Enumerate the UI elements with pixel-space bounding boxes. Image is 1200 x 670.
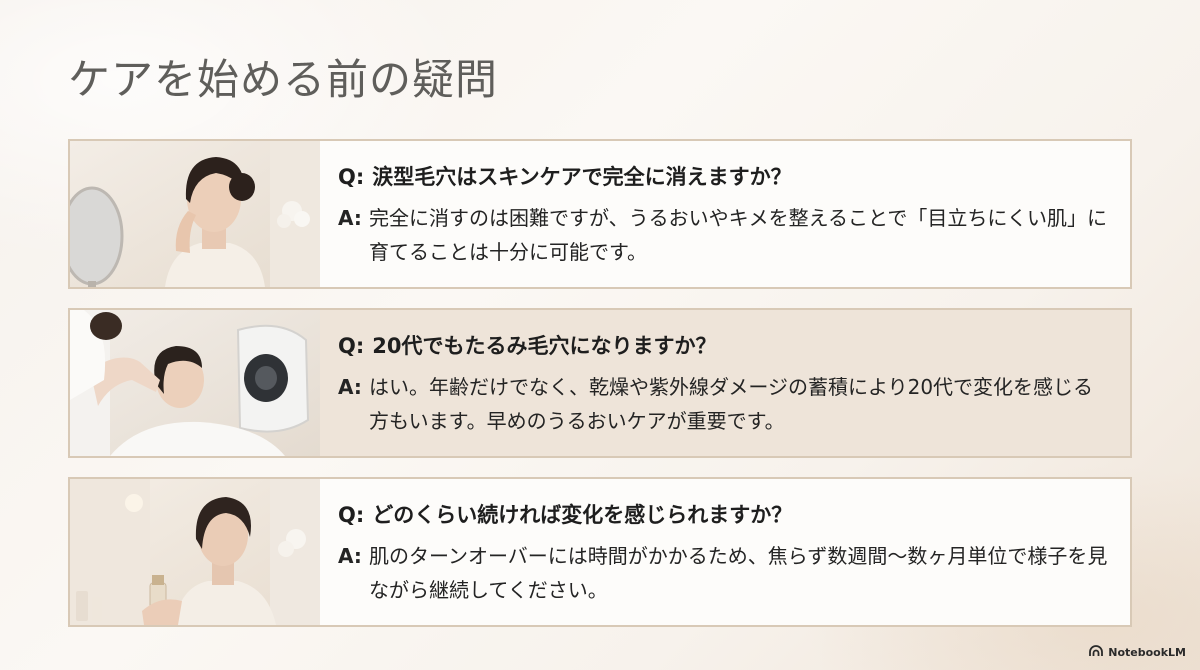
answer-text: 完全に消すのは困難ですが、うるおいやキメを整えることで「目立ちにくい肌」に育てる…	[369, 206, 1107, 264]
answer-label: A:	[338, 544, 362, 568]
notebooklm-logo-icon	[1089, 645, 1104, 660]
answer-text: はい。年齢だけでなく、乾燥や紫外線ダメージの蓄積により20代で変化を感じる方もい…	[369, 375, 1094, 433]
question-label: Q:	[338, 165, 365, 189]
page-title: ケアを始める前の疑問	[68, 55, 499, 104]
faq-card: Q: 20代でもたるみ毛穴になりますか？ A: はい。年齢だけでなく、乾燥や紫外…	[68, 308, 1132, 458]
question-text: 20代でもたるみ毛穴になりますか？	[372, 334, 717, 358]
question-label: Q:	[338, 334, 365, 358]
faq-card: Q: 涙型毛穴はスキンケアで完全に消えますか？ A: 完全に消すのは困難ですが、…	[68, 139, 1132, 289]
answer-label: A:	[338, 375, 362, 399]
answer-text: 肌のターンオーバーには時間がかかるため、焦らず数週間〜数ヶ月単位で様子を見ながら…	[369, 544, 1108, 602]
faq-card: Q: どのくらい続ければ変化を感じられますか？ A: 肌のターンオーバーには時間…	[68, 477, 1132, 627]
answer-label: A:	[338, 206, 362, 230]
brand-name: NotebookLM	[1108, 646, 1186, 659]
question-text: 涙型毛穴はスキンケアで完全に消えますか？	[372, 165, 792, 189]
facial-treatment-skin-analyzer-photo	[70, 310, 320, 456]
question-label: Q:	[338, 503, 365, 527]
question-text: どのくらい続ければ変化を感じられますか？	[372, 503, 793, 527]
woman-touching-cheek-mirror-photo	[70, 141, 320, 287]
woman-holding-skincare-bottle-photo	[70, 479, 320, 625]
notebooklm-brand: NotebookLM	[1089, 645, 1186, 660]
